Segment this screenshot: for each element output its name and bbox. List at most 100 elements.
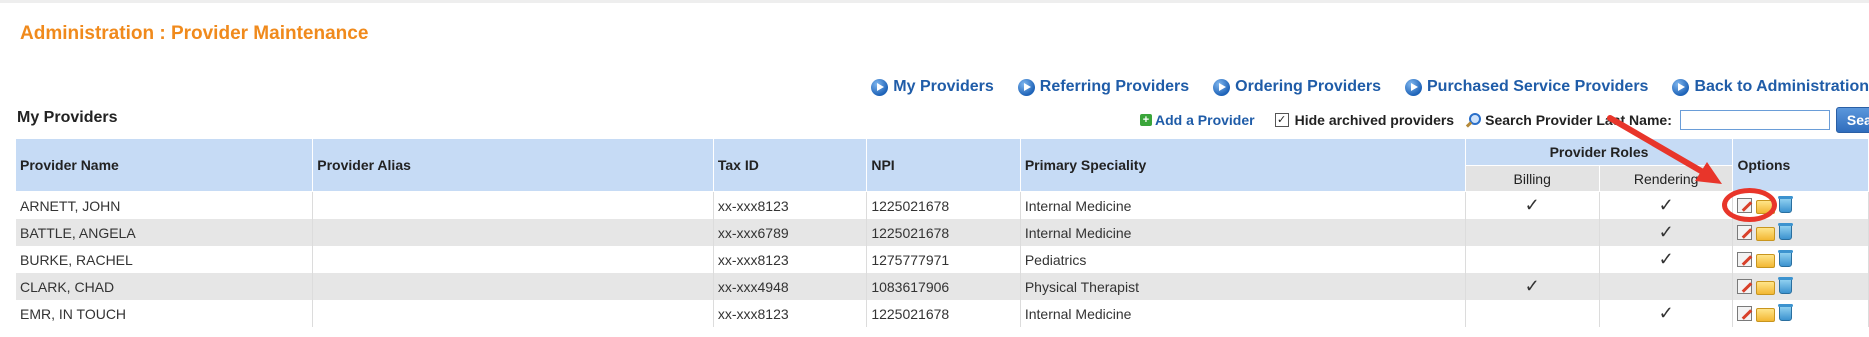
folder-icon[interactable] (1756, 281, 1776, 295)
cell-billing (1465, 246, 1600, 273)
magnifier-icon (1465, 113, 1482, 128)
table-row[interactable]: EMR, IN TOUCH xx-xxx8123 1225021678 Interna… (16, 300, 1869, 327)
delete-icon[interactable] (1778, 223, 1794, 240)
cell-speciality: Internal Medicine (1020, 191, 1466, 219)
cell-tax-id: xx-xxx8123 (713, 300, 868, 327)
header-options: Options (1732, 139, 1869, 192)
nav-ordering-providers[interactable]: Ordering Providers (1213, 78, 1381, 96)
cell-provider-name: CLARK, CHAD (16, 273, 314, 300)
cell-options (1732, 273, 1869, 300)
header-provider-name[interactable]: Provider Name (16, 139, 314, 192)
check-icon: ✓ (1658, 222, 1674, 242)
nav-referring-providers[interactable]: Referring Providers (1017, 78, 1190, 96)
cell-billing (1465, 300, 1600, 327)
cell-provider-alias (312, 273, 714, 300)
header-provider-roles: Provider Roles (1465, 139, 1734, 166)
nav-my-providers[interactable]: My Providers (871, 78, 994, 96)
header-provider-alias[interactable]: Provider Alias (312, 139, 714, 192)
cell-npi: 1275777971 (866, 246, 1021, 273)
cell-tax-id: xx-xxx8123 (713, 191, 868, 219)
cell-provider-name: BATTLE, ANGELA (16, 219, 314, 246)
app-window: Administration : Provider Maintenance My… (0, 0, 1869, 337)
cell-billing: ✓ (1465, 191, 1600, 219)
add-provider-label: Add a Provider (1155, 112, 1255, 128)
cell-provider-alias (312, 246, 714, 273)
nav-purchased-service-providers[interactable]: Purchased Service Providers (1405, 78, 1648, 96)
table-row[interactable]: CLARK, CHAD xx-xxx4948 1083617906 Physical … (16, 273, 1869, 300)
arrow-circle-icon (1405, 78, 1422, 96)
edit-icon[interactable] (1737, 306, 1753, 321)
delete-icon[interactable] (1778, 250, 1794, 267)
delete-icon[interactable] (1778, 277, 1794, 294)
delete-icon[interactable] (1778, 196, 1794, 213)
cell-speciality: Pediatrics (1020, 246, 1466, 273)
row-actions (1737, 304, 1864, 322)
check-icon: ✓ (1658, 303, 1674, 323)
edit-icon[interactable] (1737, 225, 1753, 240)
delete-icon[interactable] (1778, 304, 1794, 321)
cell-options (1732, 300, 1869, 327)
plus-icon: + (1140, 114, 1152, 126)
arrow-circle-icon (1017, 78, 1035, 96)
search-button[interactable]: Searc (1835, 107, 1869, 133)
table-row[interactable]: BURKE, RACHEL xx-xxx8123 1275777971 Pediatr… (16, 246, 1869, 273)
arrow-circle-icon (871, 78, 889, 96)
page-title: Administration : Provider Maintenance (20, 23, 369, 44)
nav-label: Ordering Providers (1235, 78, 1381, 95)
hide-archived-checkbox[interactable]: ✓ (1274, 113, 1289, 127)
header-primary-speciality[interactable]: Primary Speciality (1020, 139, 1466, 192)
hide-archived-label: Hide archived providers (1294, 112, 1455, 128)
edit-icon[interactable] (1737, 252, 1753, 267)
cell-billing: ✓ (1465, 273, 1600, 300)
top-navigation: My Providers Referring Providers Orderin… (847, 78, 1869, 96)
table-row[interactable]: ARNETT, JOHN xx-xxx8123 1225021678 Internal… (16, 191, 1869, 219)
add-provider-link[interactable]: + Add a Provider (1140, 112, 1255, 128)
providers-table: Provider Name Provider Alias Tax ID NPI … (16, 139, 1869, 327)
header-tax-id[interactable]: Tax ID (713, 139, 868, 192)
cell-provider-alias (312, 219, 714, 246)
nav-back-to-administration[interactable]: Back to Administration (1672, 78, 1869, 96)
cell-provider-name: ARNETT, JOHN (16, 191, 314, 219)
check-icon: ✓ (1524, 276, 1540, 296)
header-npi[interactable]: NPI (866, 139, 1021, 192)
section-title: My Providers (17, 109, 118, 126)
toolbar: + Add a Provider ✓ Hide archived provider… (1140, 107, 1869, 133)
cell-rendering: ✓ (1599, 300, 1734, 327)
search-provider-input[interactable] (1679, 110, 1830, 130)
folder-icon[interactable] (1756, 308, 1776, 322)
edit-icon[interactable] (1737, 279, 1753, 294)
check-icon: ✓ (1658, 195, 1674, 215)
cell-provider-alias (312, 191, 714, 219)
annotation-circle (1722, 188, 1777, 222)
cell-npi: 1225021678 (866, 300, 1021, 327)
cell-options (1732, 246, 1869, 273)
cell-speciality: Physical Therapist (1020, 273, 1466, 300)
nav-label: Purchased Service Providers (1427, 78, 1649, 95)
check-icon: ✓ (1524, 195, 1540, 215)
cell-provider-alias (312, 300, 714, 327)
cell-npi: 1225021678 (866, 219, 1021, 246)
cell-rendering: ✓ (1599, 191, 1734, 219)
cell-speciality: Internal Medicine (1020, 219, 1466, 246)
header-rendering: Rendering (1599, 165, 1734, 192)
search-label: Search Provider Last Name: (1485, 112, 1672, 128)
check-icon: ✓ (1658, 249, 1674, 269)
nav-label: Referring Providers (1039, 78, 1190, 95)
arrow-circle-icon (1672, 78, 1690, 96)
cell-tax-id: xx-xxx8123 (713, 246, 868, 273)
cell-rendering: ✓ (1599, 219, 1734, 246)
nav-label: My Providers (893, 78, 994, 95)
cell-npi: 1083617906 (866, 273, 1021, 300)
folder-icon[interactable] (1756, 254, 1776, 268)
header-billing: Billing (1465, 165, 1600, 192)
cell-rendering: ✓ (1599, 246, 1734, 273)
cell-provider-name: EMR, IN TOUCH (16, 300, 314, 327)
folder-icon[interactable] (1756, 227, 1776, 241)
cell-rendering (1599, 273, 1734, 300)
arrow-circle-icon (1213, 78, 1231, 96)
table-row[interactable]: BATTLE, ANGELA xx-xxx6789 1225021678 Intern… (16, 219, 1869, 246)
cell-speciality: Internal Medicine (1020, 300, 1466, 327)
cell-billing (1465, 219, 1600, 246)
nav-label: Back to Administration (1694, 78, 1869, 95)
cell-npi: 1225021678 (866, 191, 1021, 219)
